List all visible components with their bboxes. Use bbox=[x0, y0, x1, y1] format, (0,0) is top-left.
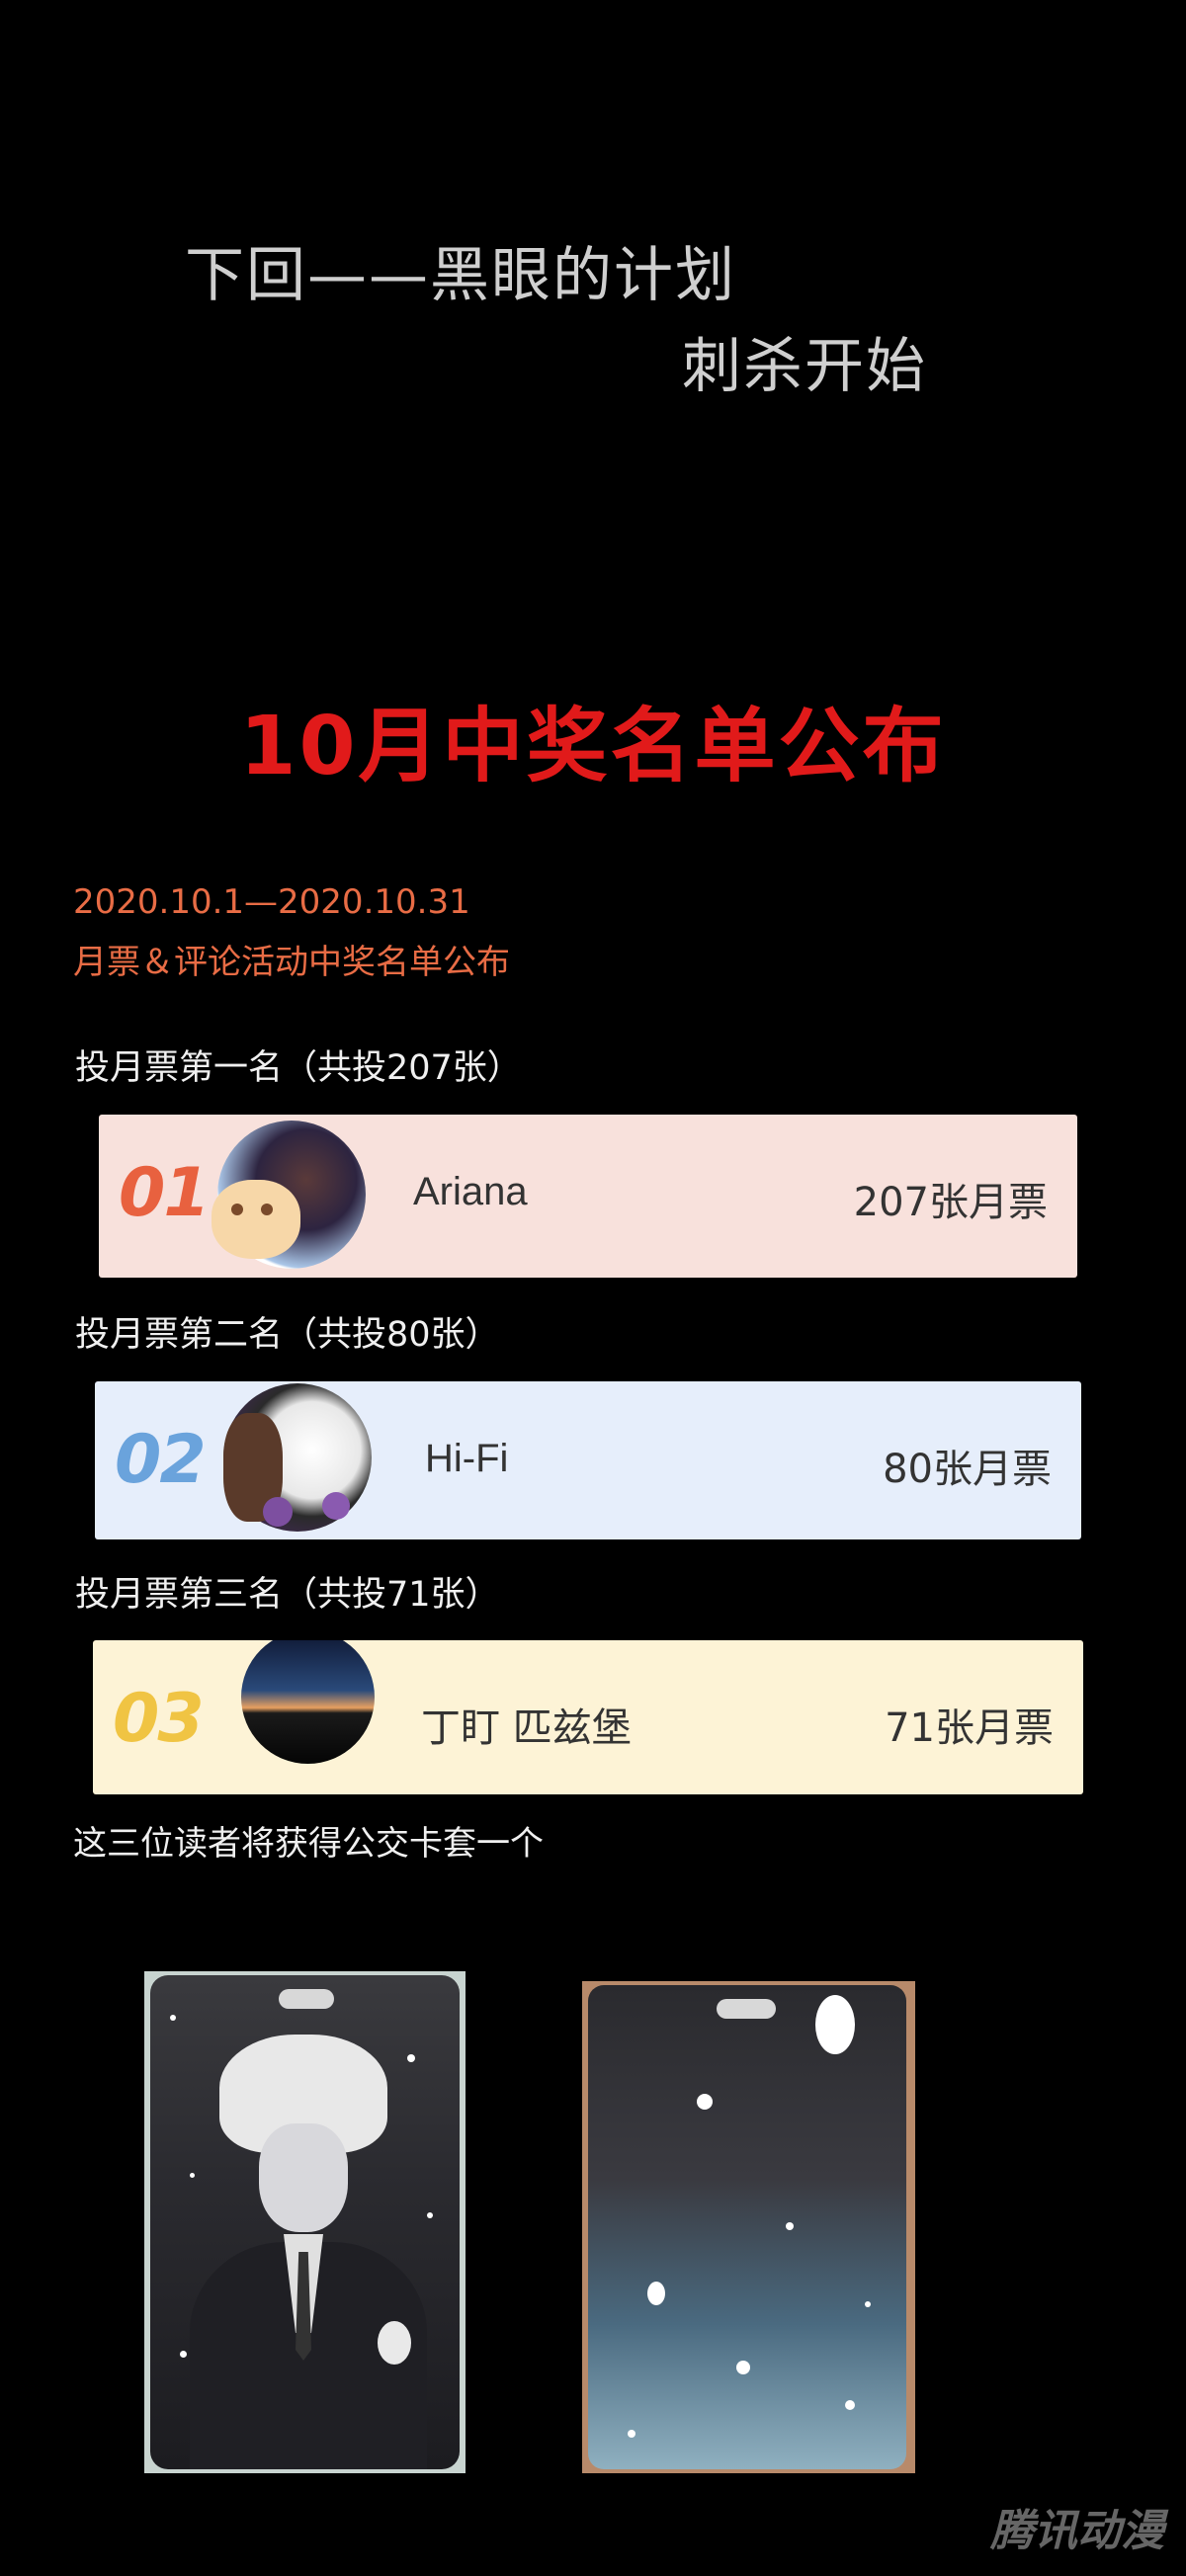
snowflake bbox=[697, 2094, 713, 2110]
card-holder-back-photo bbox=[582, 1981, 915, 2473]
card-holder-front-photo bbox=[144, 1971, 466, 2473]
snowflake bbox=[378, 2321, 411, 2365]
avatar bbox=[223, 1383, 372, 1532]
rank-number: 02 bbox=[115, 1421, 207, 1499]
avatar bbox=[212, 1121, 366, 1269]
snowflake bbox=[407, 2054, 415, 2062]
rank-number: 03 bbox=[113, 1680, 205, 1758]
next-chapter-preview-line1: 下回——黑眼的计划 bbox=[185, 241, 736, 310]
snowflake bbox=[647, 2282, 665, 2305]
card-holder-body bbox=[588, 1985, 906, 2469]
rank-2-title: 投月票第二名（共投80张） bbox=[75, 1315, 500, 1355]
announcement-subtitle: 月票＆评论活动中奖名单公布 bbox=[73, 943, 510, 982]
snowflake bbox=[736, 2361, 750, 2374]
rank-3-title: 投月票第三名（共投71张） bbox=[75, 1575, 500, 1615]
avatar-character bbox=[212, 1180, 300, 1259]
snowflake bbox=[845, 2400, 855, 2410]
announcement-title: 10月中奖名单公布 bbox=[239, 700, 947, 793]
rank-number: 01 bbox=[119, 1154, 211, 1232]
snowflake bbox=[180, 2351, 187, 2358]
snowflake bbox=[786, 2222, 794, 2230]
rank-1-title: 投月票第一名（共投207张） bbox=[75, 1048, 522, 1088]
character-face bbox=[259, 2123, 348, 2232]
winner-card-3: 03 丁盯 匹兹堡 71张月票 bbox=[93, 1640, 1083, 1794]
prize-description: 这三位读者将获得公交卡套一个 bbox=[73, 1824, 544, 1864]
username: Hi-Fi bbox=[425, 1437, 509, 1480]
next-chapter-preview-line2: 刺杀开始 bbox=[682, 332, 927, 401]
username: 丁盯 匹兹堡 bbox=[421, 1705, 632, 1751]
snowflake bbox=[865, 2301, 871, 2307]
avatar bbox=[241, 1640, 375, 1764]
watermark-logo: 腾讯动漫 bbox=[990, 2506, 1164, 2556]
card-holder-slot bbox=[717, 1999, 776, 2019]
snowflake bbox=[427, 2212, 433, 2218]
avatar-eye bbox=[231, 1204, 243, 1215]
snowflake bbox=[628, 2430, 635, 2438]
snowflake bbox=[170, 2015, 176, 2021]
card-holder-slot bbox=[279, 1989, 334, 2009]
avatar-eye bbox=[261, 1204, 273, 1215]
date-range: 2020.10.1—2020.10.31 bbox=[73, 882, 470, 922]
username: Ariana bbox=[413, 1170, 528, 1213]
winner-card-1: 01 Ariana 207张月票 bbox=[99, 1115, 1077, 1278]
vote-count: 80张月票 bbox=[883, 1447, 1052, 1492]
vote-count: 207张月票 bbox=[853, 1180, 1048, 1225]
winner-card-2: 02 Hi-Fi 80张月票 bbox=[95, 1381, 1081, 1539]
flower-icon bbox=[263, 1497, 293, 1527]
snowflake bbox=[190, 2173, 195, 2178]
snowflake bbox=[815, 1995, 855, 2054]
vote-count: 71张月票 bbox=[885, 1705, 1054, 1751]
card-holder-body bbox=[150, 1975, 460, 2469]
flower-icon bbox=[322, 1492, 350, 1520]
